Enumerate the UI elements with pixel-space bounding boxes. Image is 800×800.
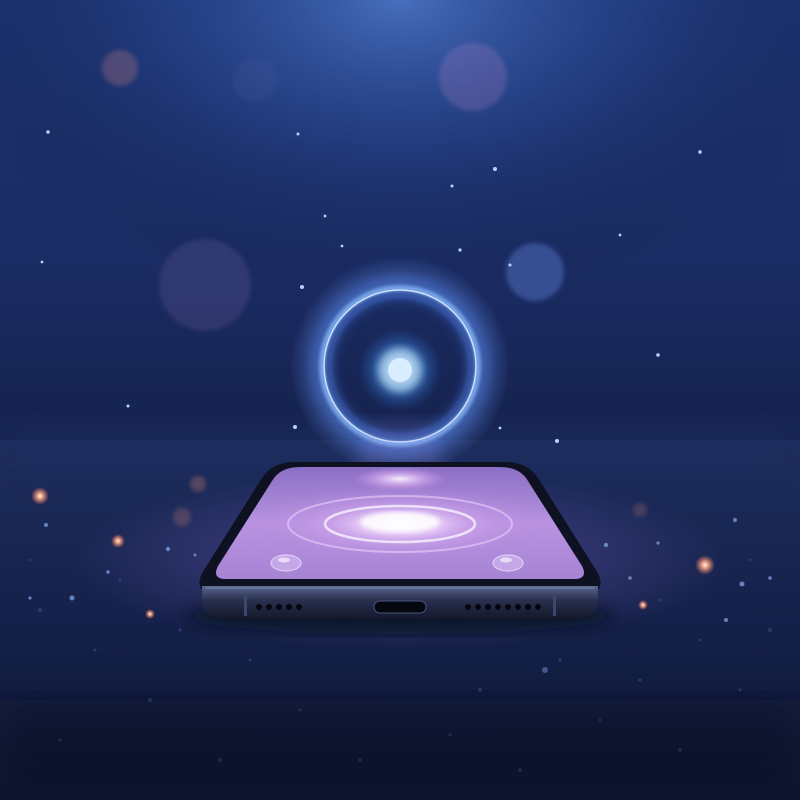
foreground-vignette bbox=[0, 700, 800, 800]
screen-ring-core bbox=[360, 512, 440, 532]
antenna-line-right bbox=[553, 596, 556, 616]
scene bbox=[0, 0, 800, 800]
smartphone bbox=[199, 462, 601, 620]
antenna-line-left bbox=[244, 596, 247, 616]
charging-port bbox=[373, 600, 427, 614]
hologram-core bbox=[358, 328, 442, 412]
screen-top-glow bbox=[352, 467, 448, 491]
scene-illustration bbox=[0, 0, 800, 800]
